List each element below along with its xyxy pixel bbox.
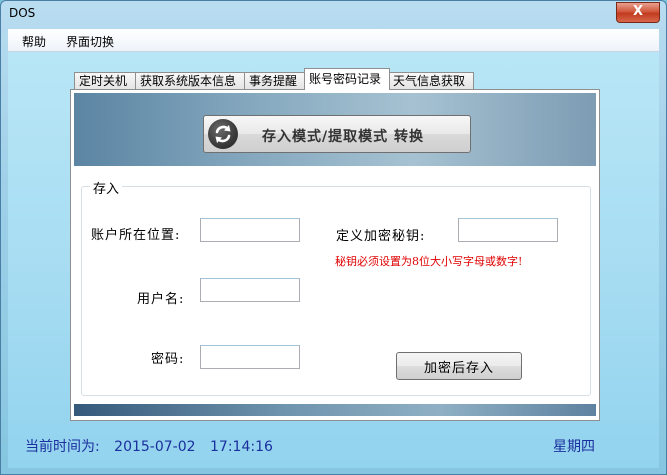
- password-label: 密码:: [151, 352, 185, 367]
- store-group-title: 存入: [90, 178, 123, 197]
- menu-item-help[interactable]: 帮助: [22, 33, 46, 50]
- account-location-input[interactable]: [200, 218, 300, 242]
- footer-banner: [74, 404, 596, 416]
- tab-weather[interactable]: 天气信息获取: [388, 72, 474, 90]
- username-label: 用户名:: [137, 292, 185, 307]
- mode-toggle-button[interactable]: 存入模式/提取模式 转换: [203, 115, 471, 153]
- store-groupbox: 存入 账户所在位置: 定义加密秘钥: 秘钥必须设置为8位大小写字母或数字! 用户…: [81, 178, 591, 396]
- header-banner: 存入模式/提取模式 转换: [74, 93, 596, 166]
- close-icon: X: [632, 4, 644, 19]
- current-date: 2015-07-02: [114, 439, 196, 455]
- tab-panel-account-password: 存入模式/提取模式 转换 存入 账户所在位置: 定义加密秘钥: 秘钥必须设置为8…: [70, 89, 600, 421]
- menu-bar: 帮助 界面切换: [8, 29, 659, 52]
- mode-toggle-label: 存入模式/提取模式 转换: [262, 129, 424, 145]
- close-button[interactable]: X: [616, 2, 660, 23]
- current-time: 17:14:16: [210, 439, 273, 455]
- username-input[interactable]: [200, 278, 300, 302]
- encryption-key-input[interactable]: [458, 218, 558, 242]
- window-title: DOS: [9, 6, 36, 20]
- tab-timed-shutdown[interactable]: 定时关机: [74, 72, 136, 90]
- current-time-label: 当前时间为:: [25, 439, 100, 455]
- encrypt-save-button[interactable]: 加密后存入: [396, 352, 522, 380]
- tab-system-version[interactable]: 获取系统版本信息: [135, 72, 245, 90]
- client-area: 定时关机 获取系统版本信息 事务提醒 账号密码记录 天气信息获取 存入模式/提取…: [8, 52, 659, 468]
- key-requirement-warning: 秘钥必须设置为8位大小写字母或数字!: [335, 255, 523, 268]
- app-window: DOS X 帮助 界面切换 定时关机 获取系统版本信息 事务提醒 账号密码记录 …: [0, 0, 667, 475]
- swap-arrows-icon: [208, 119, 238, 149]
- tab-reminders[interactable]: 事务提醒: [244, 72, 306, 90]
- password-input[interactable]: [200, 345, 300, 369]
- weekday-display: 星期四: [553, 439, 595, 455]
- title-bar[interactable]: DOS X: [1, 1, 666, 27]
- encryption-key-label: 定义加密秘钥:: [336, 229, 426, 244]
- current-time-display: 当前时间为: 2015-07-02 17:14:16: [25, 436, 283, 456]
- account-location-label: 账户所在位置:: [91, 228, 181, 243]
- tab-account-password[interactable]: 账号密码记录: [304, 68, 390, 90]
- menu-item-switch-ui[interactable]: 界面切换: [66, 33, 114, 50]
